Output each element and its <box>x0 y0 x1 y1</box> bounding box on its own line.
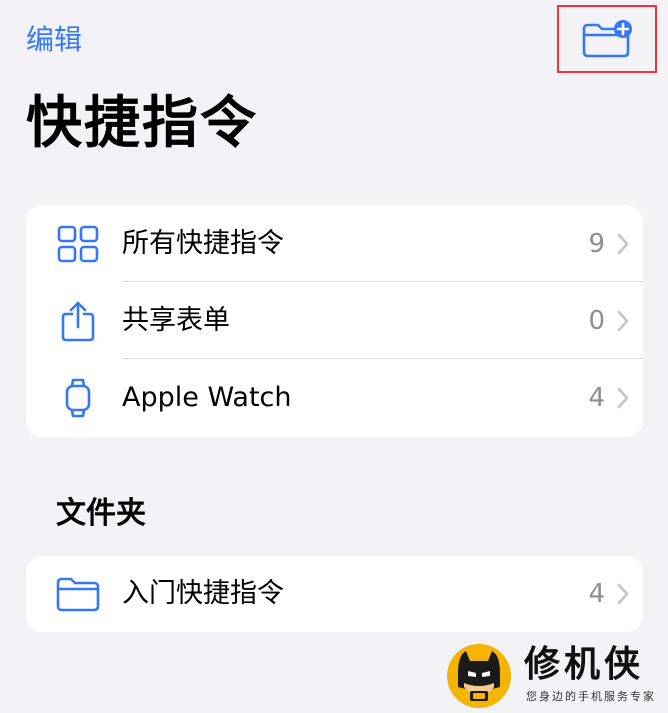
row-count: 9 <box>588 228 605 259</box>
new-folder-button[interactable] <box>557 5 657 73</box>
row-label: 所有快捷指令 <box>122 227 284 259</box>
page-title: 快捷指令 <box>26 91 258 156</box>
watermark: 修机侠 您身边的手机服务专家 <box>446 643 668 713</box>
chevron-right-icon <box>617 387 629 408</box>
share-icon <box>56 299 100 343</box>
edit-button[interactable]: 编辑 <box>26 22 82 58</box>
row-share-sheet[interactable]: 共享表单 0 <box>26 282 643 359</box>
chevron-right-icon <box>617 583 629 605</box>
grid-icon <box>56 222 100 266</box>
chevron-right-icon <box>617 233 629 254</box>
folder-add-icon <box>582 20 632 58</box>
row-all-shortcuts[interactable]: 所有快捷指令 9 <box>26 205 643 282</box>
folders-section-title: 文件夹 <box>56 496 146 531</box>
library-card: 所有快捷指令 9 共享表单 0 Apple Watch 4 <box>26 205 643 437</box>
row-starter-shortcuts[interactable]: 入门快捷指令 4 <box>26 556 643 632</box>
chevron-right-icon <box>617 310 629 331</box>
row-count: 0 <box>588 305 605 336</box>
watermark-name: 修机侠 <box>524 644 645 685</box>
row-count: 4 <box>588 579 605 609</box>
folders-card: 入门快捷指令 4 <box>26 556 643 632</box>
row-apple-watch[interactable]: Apple Watch 4 <box>26 359 643 436</box>
batman-mascot-icon <box>447 644 511 708</box>
row-label: 共享表单 <box>122 304 230 336</box>
row-label: Apple Watch <box>122 381 292 413</box>
watermark-slogan: 您身边的手机服务专家 <box>526 690 656 703</box>
row-label: 入门快捷指令 <box>122 578 284 609</box>
watch-icon <box>56 376 100 420</box>
row-count: 4 <box>588 382 605 413</box>
folder-icon <box>56 572 100 616</box>
